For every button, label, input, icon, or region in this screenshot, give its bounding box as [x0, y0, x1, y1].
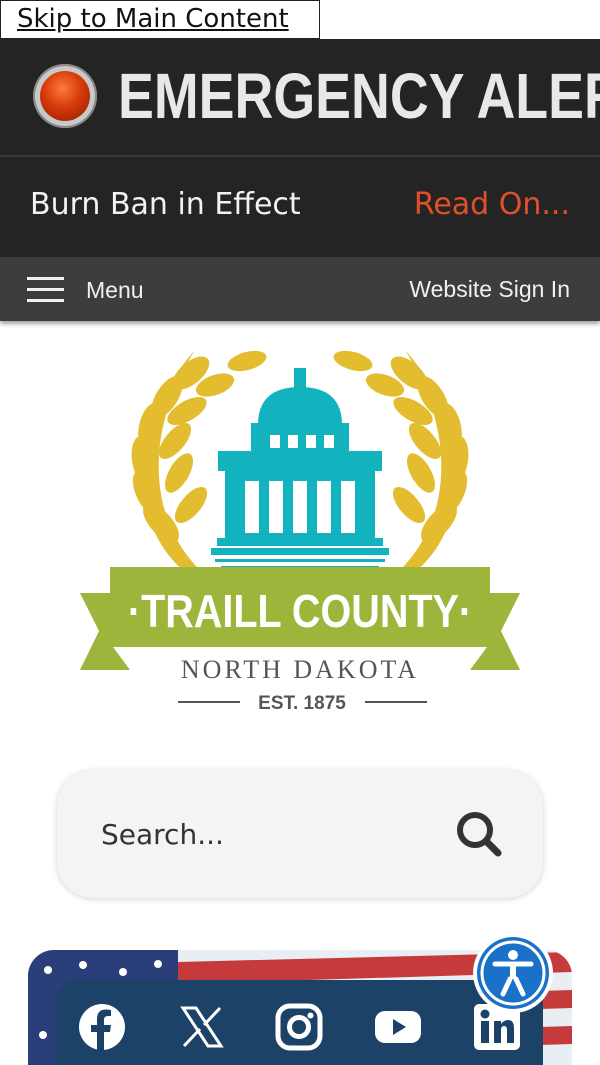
instagram-icon[interactable] — [274, 1002, 324, 1052]
divider-right — [365, 701, 427, 703]
skip-link-box: Skip to Main Content — [0, 0, 320, 39]
alert-message: Burn Ban in Effect — [30, 187, 301, 222]
facebook-icon[interactable] — [77, 1002, 127, 1052]
divider-left — [178, 701, 240, 703]
search-icon[interactable] — [455, 810, 503, 858]
x-icon[interactable] — [177, 1002, 227, 1052]
hamburger-menu-icon[interactable] — [27, 277, 64, 303]
established-year: EST. 1875 — [258, 693, 346, 714]
courthouse-icon — [211, 368, 389, 569]
county-name: ·TRAILL COUNTY· — [128, 586, 472, 637]
search-input[interactable] — [99, 810, 423, 858]
skip-to-main-link[interactable]: Skip to Main Content — [17, 4, 289, 34]
traill-county-logo[interactable]: ·TRAILL COUNTY· NORTH DAKOTA EST. 1875 — [75, 335, 525, 715]
search-box — [57, 770, 543, 898]
youtube-icon[interactable] — [373, 1002, 423, 1052]
read-on-link[interactable]: Read On... — [414, 187, 570, 222]
alert-title: EMERGENCY ALERT — [118, 60, 600, 132]
alert-message-bar: Burn Ban in Effect Read On... — [0, 157, 600, 257]
website-sign-in-link[interactable]: Website Sign In — [409, 276, 570, 303]
main-nav-bar: Menu Website Sign In — [0, 257, 600, 321]
state-name: NORTH DAKOTA — [181, 655, 419, 684]
alert-light-icon — [33, 64, 97, 128]
menu-button[interactable]: Menu — [86, 277, 144, 304]
emergency-alert-header: EMERGENCY ALERT — [0, 39, 600, 157]
accessibility-icon — [477, 937, 549, 1009]
accessibility-button[interactable] — [473, 933, 553, 1013]
